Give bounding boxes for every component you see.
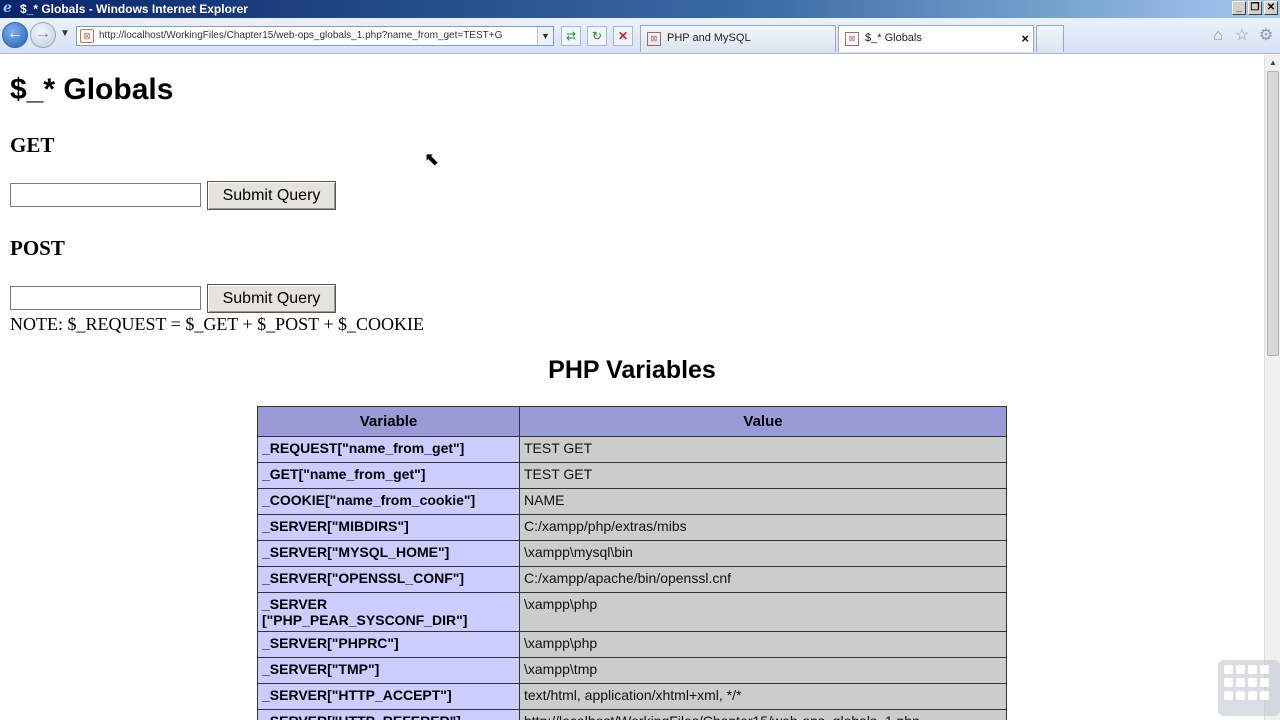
variable-cell: _SERVER["OPENSSL_CONF"] — [257, 566, 520, 593]
table-row: _SERVER["OPENSSL_CONF"] C:/xampp/apache/b… — [257, 566, 1007, 593]
value-cell: TEST GET — [519, 436, 1007, 463]
vertical-scrollbar[interactable]: ▲ — [1264, 55, 1280, 720]
refresh-icon[interactable]: ↻ — [587, 26, 607, 46]
php-variables-title: PHP Variables — [548, 356, 716, 384]
page-title: $_* Globals — [10, 73, 174, 106]
tools-gear-icon[interactable]: ⚙ — [1258, 28, 1274, 44]
value-cell: \xampp\tmp — [519, 657, 1007, 684]
back-button[interactable]: ← — [2, 22, 28, 48]
post-input[interactable] — [10, 286, 201, 310]
variable-cell: _SERVER["HTTP_REFERER"] — [257, 709, 520, 720]
scrollbar-thumb[interactable] — [1267, 71, 1279, 356]
table-row: _GET["name_from_get"] TEST GET — [257, 462, 1007, 489]
address-url: http://localhost/WorkingFiles/Chapter15/… — [99, 30, 503, 41]
value-cell: C:/xampp/php/extras/mibs — [519, 514, 1007, 541]
value-column-header: Value — [519, 406, 1007, 437]
browser-toolbar: ← → ▼ ⊠ http://localhost/WorkingFiles/Ch… — [0, 18, 1280, 54]
value-cell: \xampp\php — [519, 631, 1007, 658]
stop-icon[interactable]: ✕ — [613, 26, 633, 46]
tab-favicon-icon: ⊠ — [845, 32, 859, 46]
value-cell: NAME — [519, 488, 1007, 515]
table-row: _REQUEST["name_from_get"] TEST GET — [257, 436, 1007, 463]
table-row: _SERVER["MYSQL_HOME"] \xampp\mysql\bin — [257, 540, 1007, 567]
page-content: $_* Globals GET Submit Query POST Submit… — [0, 55, 1264, 720]
value-cell: http://localhost/WorkingFiles/Chapter15/… — [519, 709, 1007, 720]
variable-cell: _SERVER["HTTP_ACCEPT"] — [257, 683, 520, 710]
tab-globals[interactable]: ⊠ $_* Globals × — [838, 25, 1034, 52]
tab-php-and-mysql[interactable]: ⊠ PHP and MySQL — [640, 25, 836, 52]
forward-button[interactable]: → — [30, 22, 56, 48]
post-submit-button[interactable]: Submit Query — [207, 284, 336, 313]
address-bar[interactable]: ⊠ http://localhost/WorkingFiles/Chapter1… — [76, 26, 554, 46]
table-row: _SERVER ["PHP_PEAR_SYSCONF_DIR"] \xampp\p… — [257, 592, 1007, 632]
table-row: _SERVER["PHPRC"] \xampp\php — [257, 631, 1007, 658]
variable-cell: _GET["name_from_get"] — [257, 462, 520, 489]
table-row: _COOKIE["name_from_cookie"] NAME — [257, 488, 1007, 515]
tab-close-icon[interactable]: × — [1021, 26, 1029, 51]
overlay-grid-icon — [1218, 660, 1280, 716]
variable-cell: _SERVER ["PHP_PEAR_SYSCONF_DIR"] — [257, 592, 520, 632]
variable-cell: _COOKIE["name_from_cookie"] — [257, 488, 520, 515]
tab-favicon-icon: ⊠ — [647, 32, 661, 46]
value-cell: C:/xampp/apache/bin/openssl.cnf — [519, 566, 1007, 593]
table-header-row: Variable Value — [257, 406, 1007, 437]
value-cell: \xampp\php — [519, 592, 1007, 632]
post-heading: POST — [10, 236, 65, 260]
table-row: _SERVER["HTTP_REFERER"]http://localhost/… — [257, 709, 1007, 720]
window-controls: _ ❐ ✕ — [1232, 1, 1278, 15]
variable-column-header: Variable — [257, 406, 520, 437]
new-tab-button[interactable] — [1036, 25, 1064, 52]
history-dropdown-icon[interactable]: ▼ — [60, 28, 70, 39]
value-cell: text/html, application/xhtml+xml, */* — [519, 683, 1007, 710]
compatibility-view-icon[interactable]: ⇄ — [561, 26, 581, 46]
value-cell: \xampp\mysql\bin — [519, 540, 1007, 567]
variable-cell: _REQUEST["name_from_get"] — [257, 436, 520, 463]
value-cell: TEST GET — [519, 462, 1007, 489]
home-icon[interactable]: ⌂ — [1210, 28, 1226, 44]
variable-cell: _SERVER["MYSQL_HOME"] — [257, 540, 520, 567]
minimize-button[interactable]: _ — [1232, 1, 1246, 15]
table-row: _SERVER["HTTP_ACCEPT"] text/html, applica… — [257, 683, 1007, 710]
tab-label: $_* Globals — [865, 32, 922, 44]
get-heading: GET — [10, 133, 55, 157]
window-title: $_* Globals - Windows Internet Explorer — [20, 2, 248, 16]
favorites-star-icon[interactable]: ☆ — [1234, 28, 1250, 44]
get-submit-button[interactable]: Submit Query — [207, 181, 336, 210]
php-variables-table: Variable Value _REQUEST["name_from_get"]… — [257, 406, 1007, 720]
scroll-up-icon[interactable]: ▲ — [1265, 55, 1280, 71]
ie-logo-icon: e — [3, 0, 12, 16]
mouse-pointer-icon: ⬉ — [424, 149, 440, 169]
tab-label: PHP and MySQL — [667, 32, 751, 44]
table-row: _SERVER["TMP"] \xampp\tmp — [257, 657, 1007, 684]
close-window-button[interactable]: ✕ — [1264, 1, 1278, 15]
page-icon: ⊠ — [80, 29, 94, 43]
address-dropdown-icon[interactable]: ▼ — [537, 27, 553, 45]
browser-right-icons: ⌂ ☆ ⚙ — [1210, 28, 1274, 44]
restore-button[interactable]: ❐ — [1248, 1, 1262, 15]
get-input[interactable] — [10, 183, 201, 207]
variable-cell: _SERVER["PHPRC"] — [257, 631, 520, 658]
table-row: _SERVER["MIBDIRS"] C:/xampp/php/extras/mi… — [257, 514, 1007, 541]
variable-cell: _SERVER["MIBDIRS"] — [257, 514, 520, 541]
variable-cell: _SERVER["TMP"] — [257, 657, 520, 684]
window-titlebar: e $_* Globals - Windows Internet Explore… — [0, 0, 1280, 18]
request-note: NOTE: $_REQUEST = $_GET + $_POST + $_COO… — [10, 314, 424, 334]
